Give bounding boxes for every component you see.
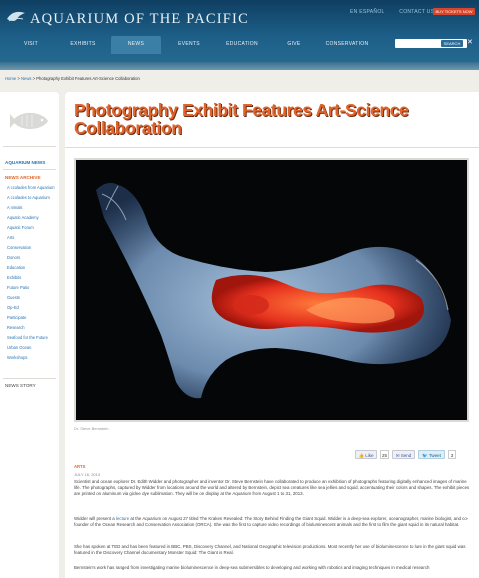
- breadcrumb-separator: >: [32, 76, 36, 81]
- sidebar-divider: [3, 146, 56, 147]
- paragraph-1: Scientist and ocean explorer Dr. Edith W…: [74, 479, 470, 497]
- fish-logo-icon[interactable]: [5, 7, 27, 27]
- nav-education[interactable]: EDUCATION: [222, 36, 262, 54]
- nav-exhibits[interactable]: EXHIBITS: [66, 36, 100, 54]
- sidebar-item[interactable]: Aquatic Forum: [7, 225, 57, 230]
- breadcrumb: Home > News > Photography Exhibit Featur…: [5, 76, 140, 81]
- sidebar-item[interactable]: Conservation: [7, 245, 57, 250]
- sidebar-item[interactable]: Seafood for the Future: [7, 335, 57, 340]
- article-photo[interactable]: [74, 158, 469, 422]
- nav-visit[interactable]: VISIT: [18, 36, 44, 54]
- title-divider: [65, 147, 479, 148]
- nav-events[interactable]: EVENTS: [172, 36, 206, 54]
- sidebar-archive-list: A ccolades from Aquarium A ccolades to Aq…: [7, 185, 57, 366]
- article-category[interactable]: ARTS: [74, 464, 85, 469]
- nav-news[interactable]: NEWS: [111, 36, 161, 54]
- paragraph-4: Bernstein's work has ranged from investi…: [74, 565, 430, 570]
- send-label: Send: [400, 453, 412, 458]
- sidebar-item[interactable]: Aquatic Academy: [7, 215, 57, 220]
- sidebar-item[interactable]: Urban Ocean: [7, 345, 57, 350]
- spanish-link[interactable]: EN ESPAÑOL: [350, 9, 385, 15]
- facebook-send-button[interactable]: ✉ Send: [392, 450, 415, 459]
- fish-illustration-icon: [10, 112, 48, 130]
- sidebar-item[interactable]: Guests: [7, 295, 57, 300]
- breadcrumb-separator: >: [17, 76, 20, 81]
- sidebar-news-story[interactable]: NEWS STORY: [5, 383, 36, 388]
- sidebar-item[interactable]: Arts: [7, 235, 57, 240]
- sidebar-divider: [3, 169, 56, 170]
- like-label: Like: [365, 453, 374, 458]
- tweet-count: 3: [448, 450, 456, 459]
- close-icon[interactable]: ✕: [467, 38, 473, 48]
- facebook-like-button[interactable]: 👍 Like: [355, 450, 377, 459]
- sidebar-aquarium-news[interactable]: AQUARIUM NEWS: [5, 160, 45, 165]
- sidebar-item[interactable]: Education: [7, 265, 57, 270]
- sidebar-item[interactable]: Participate: [7, 315, 57, 320]
- site-logo-text[interactable]: AQUARIUM OF THE PACIFIC: [30, 11, 249, 28]
- sidebar-item[interactable]: Op-Ed: [7, 305, 57, 310]
- tweet-button[interactable]: 🐦 Tweet: [418, 450, 445, 459]
- breadcrumb-news[interactable]: News: [21, 76, 31, 81]
- breadcrumb-home[interactable]: Home: [5, 76, 16, 81]
- paragraph-2-text-a: Widder will present a: [74, 516, 116, 521]
- sidebar-item[interactable]: A nimals: [7, 205, 57, 210]
- sidebar-item[interactable]: A ccolades from Aquarium: [7, 185, 57, 190]
- article-date: JULY 16, 2013: [74, 472, 101, 477]
- paragraph-2: Widder will present a lecture at the Aqu…: [74, 516, 474, 528]
- sidebar-item[interactable]: A ccolades to Aquarium: [7, 195, 57, 200]
- article-panel: Photography Exhibit Features Art-Science…: [65, 92, 479, 578]
- breadcrumb-current: Photography Exhibit Features Art-Science…: [36, 76, 140, 81]
- sidebar-item[interactable]: Research: [7, 325, 57, 330]
- nav-give[interactable]: GIVE: [282, 36, 306, 54]
- lecture-link[interactable]: lecture: [116, 516, 129, 521]
- like-count: 25: [380, 450, 389, 459]
- buy-tickets-button[interactable]: BUY TICKETS NOW: [433, 8, 475, 15]
- header-strip: [0, 62, 479, 70]
- paragraph-2-text-b: at the Aquarium on August 27 titled The …: [74, 516, 469, 528]
- page: AQUARIUM OF THE PACIFIC EN ESPAÑOL CONTA…: [0, 0, 479, 578]
- site-header: AQUARIUM OF THE PACIFIC EN ESPAÑOL CONTA…: [0, 0, 479, 62]
- sidebar-item[interactable]: Exhibits: [7, 275, 57, 280]
- nav-conservation[interactable]: CONSERVATION: [325, 36, 369, 54]
- contact-link[interactable]: CONTACT US: [399, 9, 434, 15]
- sidebar-news-archive[interactable]: NEWS ARCHIVE: [5, 175, 41, 180]
- search-button[interactable]: SEARCH: [441, 40, 463, 47]
- sidebar-item[interactable]: Future Patio: [7, 285, 57, 290]
- sidebar-divider: [3, 378, 56, 379]
- tweet-label: Tweet: [428, 453, 441, 458]
- sidebar-item[interactable]: Donors: [7, 255, 57, 260]
- sidebar-item[interactable]: Workshops: [7, 355, 57, 360]
- photo-credit: Dr. Steve Bernstein: [74, 426, 109, 431]
- article-title: Photography Exhibit Features Art-Science…: [74, 100, 409, 138]
- paragraph-3: She has spoken at TED and has been featu…: [74, 544, 466, 556]
- sea-creature-image: [96, 182, 451, 399]
